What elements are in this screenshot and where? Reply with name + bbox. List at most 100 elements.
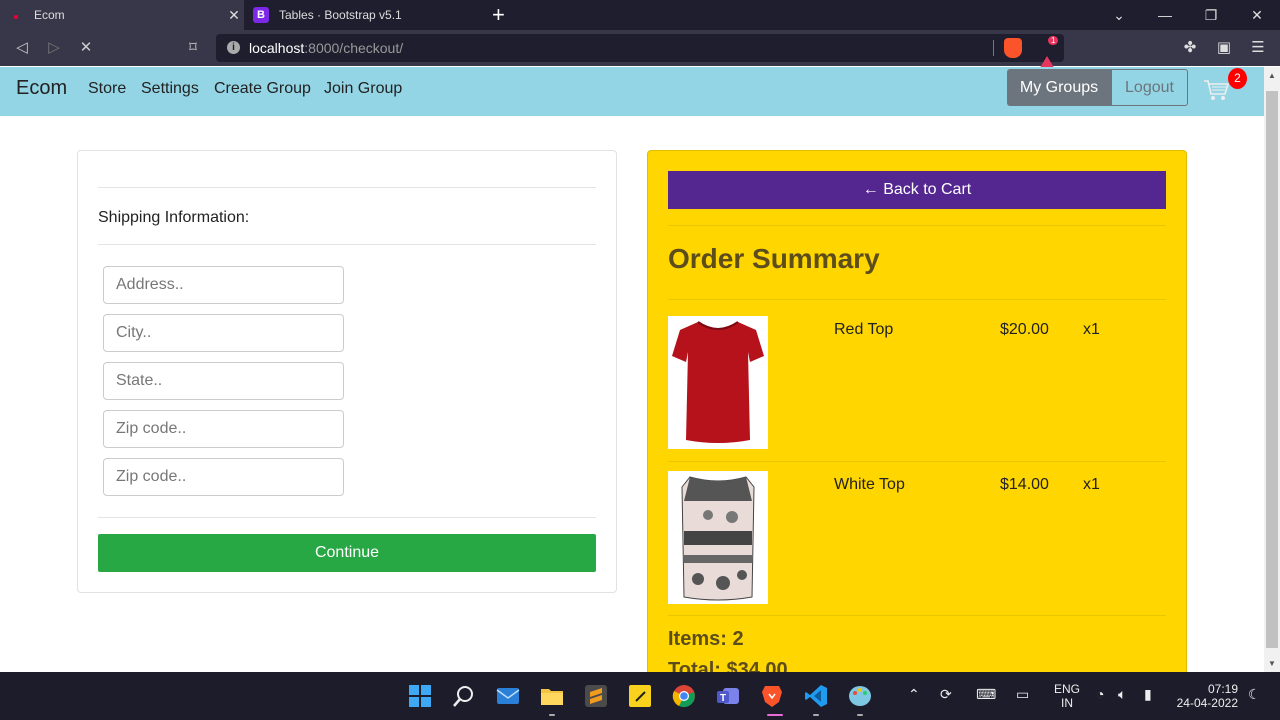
taskbar: T ⌃ ⟳ ⌨ ▭ ENG IN ◔ 🔈︎ ▮ 07:19 24-04-2022… bbox=[0, 672, 1280, 720]
items-count: Items: 2 bbox=[668, 628, 744, 650]
vscode-icon[interactable] bbox=[804, 684, 828, 708]
new-tab-button[interactable]: + bbox=[492, 4, 505, 26]
close-window-button[interactable]: ✕ bbox=[1234, 0, 1280, 30]
item-name: Red Top bbox=[834, 321, 894, 338]
menu-icon[interactable]: ☰ bbox=[1248, 38, 1268, 58]
logout-button[interactable]: Logout bbox=[1111, 69, 1188, 106]
divider bbox=[98, 187, 596, 188]
red-top-image bbox=[668, 316, 768, 449]
battery-icon[interactable]: ▮ bbox=[1144, 686, 1152, 703]
address-input[interactable] bbox=[103, 266, 344, 304]
item-quantity: x1 bbox=[1083, 321, 1100, 338]
running-indicator bbox=[857, 714, 863, 716]
teams-icon[interactable]: T bbox=[716, 684, 740, 708]
sublime-text-icon[interactable] bbox=[584, 684, 608, 708]
item-price: $20.00 bbox=[1000, 321, 1049, 338]
divider bbox=[668, 615, 1166, 616]
divider bbox=[668, 461, 1166, 462]
back-to-cart-button[interactable]: ← Back to Cart bbox=[668, 171, 1166, 209]
divider bbox=[993, 40, 994, 56]
clock-date: 24-04-2022 bbox=[1176, 696, 1238, 710]
svg-text:T: T bbox=[720, 693, 726, 704]
url-text: localhost:8000/checkout/ bbox=[249, 40, 404, 56]
divider bbox=[98, 244, 596, 245]
item-name: White Top bbox=[834, 476, 905, 493]
notifications-icon[interactable]: ☾ bbox=[1248, 686, 1261, 703]
wallet-icon[interactable]: ▣ bbox=[1214, 38, 1234, 58]
volume-icon[interactable]: 🔈︎ bbox=[1118, 686, 1126, 703]
shipping-form-card: Shipping Information: Continue bbox=[77, 150, 617, 593]
nav-create-group[interactable]: Create Group bbox=[214, 80, 311, 98]
lang-code: ENG bbox=[1054, 682, 1081, 696]
touchpad-icon[interactable]: ▭ bbox=[1016, 686, 1029, 703]
site-favicon-icon bbox=[8, 7, 24, 23]
city-input[interactable] bbox=[103, 314, 344, 352]
site-info-icon[interactable]: i bbox=[227, 41, 240, 54]
stop-loading-icon[interactable]: ✕ bbox=[76, 38, 96, 58]
search-icon[interactable] bbox=[452, 684, 476, 708]
tab-search-icon[interactable]: ⌄ bbox=[1096, 0, 1142, 30]
forward-icon[interactable]: ▷ bbox=[44, 38, 64, 58]
close-tab-icon[interactable]: ✕ bbox=[224, 7, 244, 24]
browser-tab-bar: Ecom ✕ B Tables · Bootstrap v5.1 + ⌄ — ❐… bbox=[0, 0, 1280, 30]
nav-join-group[interactable]: Join Group bbox=[324, 80, 402, 98]
cart-count-badge: 2 bbox=[1228, 68, 1247, 89]
paint-icon[interactable] bbox=[848, 684, 872, 708]
cart-icon[interactable] bbox=[1203, 79, 1229, 101]
continue-button[interactable]: Continue bbox=[98, 534, 596, 572]
state-input[interactable] bbox=[103, 362, 344, 400]
divider bbox=[668, 225, 1166, 226]
tab-ecom[interactable]: Ecom ✕ bbox=[0, 0, 244, 30]
bookmark-icon[interactable]: ⌑ bbox=[183, 38, 203, 58]
region-code: IN bbox=[1061, 696, 1073, 710]
address-toolbar: ◁ ▷ ✕ ⌑ i localhost:8000/checkout/ 1 ✤ ▣… bbox=[0, 30, 1280, 71]
clock-time: 07:19 bbox=[1207, 682, 1238, 696]
brave-browser-icon[interactable] bbox=[760, 684, 784, 708]
minimize-button[interactable]: — bbox=[1142, 0, 1188, 30]
order-summary-title: Order Summary bbox=[668, 243, 880, 274]
zipcode-input-2[interactable] bbox=[103, 458, 344, 496]
site-navbar: Ecom Store Settings Create Group Join Gr… bbox=[0, 67, 1264, 116]
wifi-icon[interactable]: ◔ bbox=[1096, 686, 1104, 702]
sticky-notes-icon[interactable] bbox=[628, 684, 652, 708]
brave-shields-icon[interactable] bbox=[1004, 38, 1022, 58]
bootstrap-favicon-icon: B bbox=[253, 7, 269, 23]
nav-store[interactable]: Store bbox=[88, 80, 126, 98]
url-bar[interactable]: i localhost:8000/checkout/ 1 bbox=[216, 34, 1064, 71]
scroll-up-icon[interactable]: ▲ bbox=[1268, 71, 1276, 80]
shipping-info-heading: Shipping Information: bbox=[98, 209, 250, 226]
rewards-badge: 1 bbox=[1048, 36, 1059, 45]
clock[interactable]: 07:19 24-04-2022 bbox=[1176, 682, 1238, 710]
running-indicator bbox=[549, 714, 555, 716]
brave-rewards-icon[interactable]: 1 bbox=[1038, 36, 1059, 71]
mail-icon[interactable] bbox=[496, 684, 520, 708]
item-quantity: x1 bbox=[1083, 476, 1100, 493]
order-summary-card: ← Back to Cart Order Summary Red Top $20… bbox=[647, 150, 1187, 690]
back-icon[interactable]: ◁ bbox=[12, 38, 32, 58]
divider bbox=[98, 517, 596, 518]
nav-settings[interactable]: Settings bbox=[141, 80, 199, 98]
scrollbar-thumb[interactable] bbox=[1266, 91, 1278, 648]
chrome-icon[interactable] bbox=[672, 684, 696, 708]
restore-button[interactable]: ❐ bbox=[1188, 0, 1234, 30]
file-explorer-icon[interactable] bbox=[540, 684, 564, 708]
divider bbox=[668, 299, 1166, 300]
running-indicator bbox=[813, 714, 819, 716]
zipcode-input[interactable] bbox=[103, 410, 344, 448]
extensions-icon[interactable]: ✤ bbox=[1180, 38, 1200, 58]
brand-logo[interactable]: Ecom bbox=[16, 77, 67, 100]
tab-title: Ecom bbox=[34, 8, 65, 22]
windows-start-icon[interactable] bbox=[408, 684, 432, 708]
sync-icon[interactable]: ⟳ bbox=[940, 686, 952, 703]
tab-title: Tables · Bootstrap v5.1 bbox=[279, 8, 402, 22]
page-scrollbar[interactable]: ▲ ▼ bbox=[1264, 67, 1280, 672]
active-app-indicator bbox=[767, 714, 783, 716]
keyboard-icon[interactable]: ⌨ bbox=[976, 686, 996, 703]
white-top-image bbox=[668, 471, 768, 604]
tab-bootstrap[interactable]: B Tables · Bootstrap v5.1 bbox=[245, 0, 481, 30]
my-groups-button[interactable]: My Groups bbox=[1007, 69, 1111, 106]
show-hidden-icons-icon[interactable]: ⌃ bbox=[908, 686, 920, 703]
language-indicator[interactable]: ENG IN bbox=[1054, 682, 1080, 710]
scroll-down-icon[interactable]: ▼ bbox=[1268, 659, 1276, 668]
item-price: $14.00 bbox=[1000, 476, 1049, 493]
